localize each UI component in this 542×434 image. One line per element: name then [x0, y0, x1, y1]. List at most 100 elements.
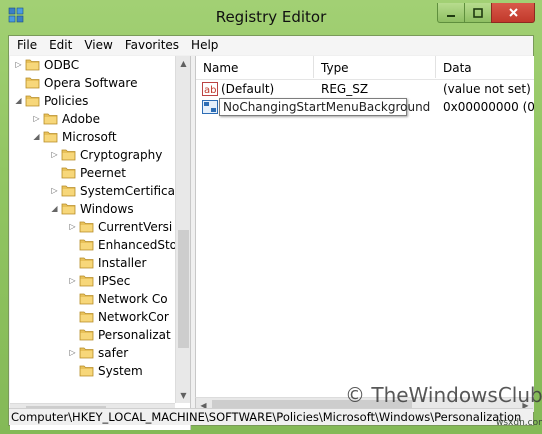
tree-node-label: SystemCertificat: [80, 184, 180, 198]
menu-file[interactable]: File: [9, 36, 43, 55]
expand-arrow-icon[interactable]: ▷: [50, 146, 59, 164]
tree-node[interactable]: ◢ Microsoft: [10, 128, 175, 146]
tree-node[interactable]: ▷ Adobe: [10, 110, 175, 128]
tree-node-label: Microsoft: [62, 130, 117, 144]
tree-node-label: Opera Software: [44, 76, 138, 90]
tree-node[interactable]: ▷ SystemCertificat: [10, 182, 179, 200]
tree-node-label: Personalizat: [98, 326, 171, 344]
folder-icon: [43, 131, 58, 143]
tree-node-label: System: [98, 364, 143, 378]
folder-icon: [61, 203, 76, 215]
expander-placeholder: [68, 308, 77, 326]
column-header-data[interactable]: Data: [436, 56, 534, 78]
value-row[interactable]: NoChangingStartMenuBackground 0x00000000…: [196, 98, 534, 116]
folder-icon: [61, 167, 76, 179]
maximize-button[interactable]: [464, 3, 492, 23]
tree-node-label: Adobe: [62, 112, 100, 126]
tree-node[interactable]: ▷ CurrentVersi: [10, 218, 175, 236]
expand-arrow-icon[interactable]: ▷: [68, 344, 77, 362]
rename-value-input[interactable]: NoChangingStartMenuBackground: [219, 98, 430, 116]
tree-node-label: CurrentVersi: [98, 220, 173, 234]
maximize-icon: [473, 7, 483, 18]
tree-node[interactable]: Personalizat: [10, 326, 175, 344]
menu-favorites[interactable]: Favorites: [119, 36, 185, 55]
svg-text:ab: ab: [204, 85, 216, 96]
value-row[interactable]: ab (Default) REG_SZ (value not set): [196, 80, 534, 98]
expand-arrow-icon[interactable]: ▷: [50, 182, 59, 200]
folder-icon: [25, 95, 40, 107]
column-header-name[interactable]: Name: [196, 56, 314, 78]
tree-node[interactable]: ▷ safer: [10, 344, 175, 362]
menu-edit[interactable]: Edit: [43, 36, 78, 55]
tree-node-label: Peernet: [80, 166, 126, 180]
site-watermark: wsxdn.com: [496, 418, 542, 428]
tree-node-label: Policies: [44, 94, 89, 108]
tree-node[interactable]: ◢ Windows: [10, 200, 175, 218]
menu-view[interactable]: View: [78, 36, 118, 55]
key-tree-pane[interactable]: System ▷ safer Personalizat NetworkCor Networ…: [10, 56, 191, 430]
tree-node[interactable]: NetworkCor: [10, 308, 175, 326]
expand-arrow-icon[interactable]: ▷: [68, 218, 77, 236]
tree-node[interactable]: ▷ Cryptography: [10, 146, 175, 164]
expand-arrow-icon[interactable]: ▷: [14, 56, 23, 74]
folder-icon: [25, 77, 40, 89]
string-value-icon: ab: [202, 82, 218, 96]
expander-placeholder: [50, 164, 59, 182]
tree-node-label: safer: [98, 346, 129, 360]
tree-node-label: NetworkCor: [98, 310, 169, 324]
column-header-type[interactable]: Type: [314, 56, 436, 78]
folder-icon: [79, 239, 94, 251]
minimize-icon: [447, 14, 455, 17]
folder-icon: [79, 275, 94, 287]
folder-icon: [79, 221, 94, 233]
tree-node[interactable]: ◢ Policies: [10, 92, 175, 110]
tree-node[interactable]: Peernet: [10, 164, 175, 182]
folder-icon: [79, 311, 94, 323]
folder-icon: [79, 293, 94, 305]
tree-node[interactable]: ▷ ODBC: [10, 56, 175, 74]
tree-node-label: IPSec: [98, 274, 131, 288]
registry-editor-window: Registry Editor File Edit View Favorites…: [0, 0, 542, 434]
expand-arrow-icon[interactable]: ▷: [68, 272, 77, 290]
expander-placeholder: [68, 326, 77, 344]
tree-node[interactable]: System: [10, 362, 175, 380]
client-area: File Edit View Favorites Help System ▷ saf…: [8, 35, 542, 430]
tree-node[interactable]: Opera Software: [10, 74, 175, 92]
folder-icon: [61, 185, 76, 197]
folder-icon: [79, 257, 94, 269]
minimize-button[interactable]: [437, 3, 465, 23]
tree-node[interactable]: EnhancedSto: [10, 236, 178, 254]
tree-vertical-scrollbar[interactable]: ▲ ▼: [175, 56, 190, 403]
tree-node[interactable]: Network Co: [10, 290, 175, 308]
menu-help[interactable]: Help: [185, 36, 224, 55]
folder-icon: [79, 365, 94, 377]
collapse-arrow-icon[interactable]: ◢: [32, 128, 41, 146]
values-list-pane[interactable]: Name Type Data ab (Default) REG_SZ (valu…: [195, 56, 534, 397]
value-data: (value not set): [443, 82, 531, 96]
close-icon: [508, 8, 518, 17]
tree-node-label: ODBC: [44, 58, 80, 72]
tree-node-label: EnhancedSto: [98, 238, 178, 252]
expander-placeholder: [68, 362, 77, 380]
folder-icon: [79, 347, 94, 359]
tree-node-label: Network Co: [98, 292, 168, 306]
folder-icon: [61, 149, 76, 161]
tree-scroll-thumb[interactable]: [178, 230, 189, 348]
value-name: (Default): [221, 82, 275, 96]
value-type: REG_SZ: [321, 82, 369, 96]
tree-node[interactable]: Installer: [10, 254, 175, 272]
scroll-up-icon[interactable]: ▲: [176, 56, 190, 71]
tree-node[interactable]: ▷ IPSec: [10, 272, 175, 290]
collapse-arrow-icon[interactable]: ◢: [50, 200, 59, 218]
close-button[interactable]: [491, 3, 535, 23]
title-bar[interactable]: Registry Editor: [0, 0, 542, 34]
expander-placeholder: [68, 254, 77, 272]
collapse-arrow-icon[interactable]: ◢: [14, 92, 23, 110]
scroll-down-icon[interactable]: ▼: [176, 388, 190, 403]
folder-icon: [79, 329, 94, 341]
expand-arrow-icon[interactable]: ▷: [32, 110, 41, 128]
tree-node-label: Installer: [98, 256, 147, 270]
watermark: © TheWindowsClub: [345, 383, 542, 407]
status-bar-path: Computer\HKEY_LOCAL_MACHINE\SOFTWARE\Pol…: [9, 408, 533, 425]
tree-node-label: Windows: [80, 202, 134, 216]
